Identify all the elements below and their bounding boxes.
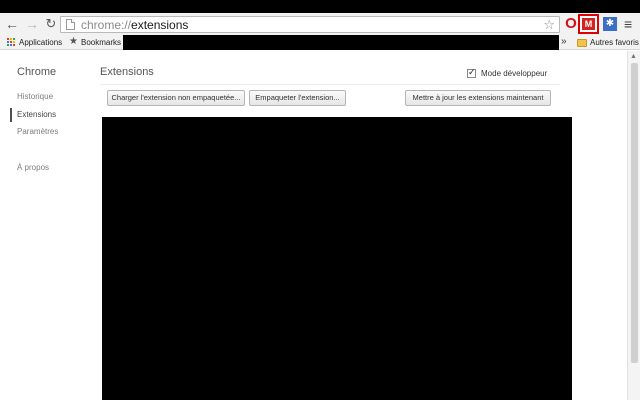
address-bar[interactable]: chrome://extensions ☆ [60, 16, 560, 33]
back-arrow-icon[interactable]: ← [4, 15, 20, 33]
hamburger-menu-icon[interactable]: ≡ [624, 16, 632, 32]
load-unpacked-button[interactable]: Charger l'extension non empaquetée... [107, 90, 245, 106]
sidebar-item-about[interactable]: À propos [17, 163, 49, 173]
folder-icon [577, 39, 587, 47]
pack-extension-button[interactable]: Empaqueter l'extension... [249, 90, 346, 106]
star-icon[interactable]: ☆ [543, 17, 555, 32]
url-path: extensions [131, 18, 189, 32]
bookmarks-redacted [123, 35, 559, 50]
update-extensions-button[interactable]: Mettre à jour les extensions maintenant [405, 90, 551, 106]
scroll-up-icon[interactable]: ▲ [630, 53, 637, 61]
sidebar-item-history[interactable]: Historique [17, 92, 53, 102]
opera-extension-icon[interactable]: O [563, 16, 579, 32]
browser-toolbar: ← → ↻ chrome://extensions ☆ O M ✱ ≡ [0, 13, 640, 35]
bookmark-applications[interactable]: Applications [19, 38, 62, 47]
developer-mode-label[interactable]: Mode développeur [481, 69, 547, 79]
scrollbar-thumb[interactable] [631, 63, 638, 363]
url-text[interactable]: chrome://extensions [81, 18, 188, 32]
red-extension-icon[interactable]: M [578, 14, 599, 34]
red-extension-glyph: M [582, 18, 595, 30]
header-divider [100, 84, 560, 85]
puzzle-extension-icon[interactable]: ✱ [603, 17, 617, 31]
bookmark-star-icon: ★ [69, 36, 78, 47]
apps-grid-icon[interactable] [7, 38, 16, 47]
settings-sidebar: Chrome Historique Extensions Paramètres … [0, 51, 94, 400]
url-scheme: chrome:// [81, 18, 132, 32]
extensions-list-redacted [102, 117, 572, 400]
page-title: Extensions [100, 66, 154, 78]
page-scrollbar[interactable]: ▲ [627, 51, 640, 400]
reload-icon[interactable]: ↻ [43, 15, 59, 33]
bookmark-bookmarks[interactable]: Bookmarks [81, 38, 121, 47]
window-top-bar-redacted [0, 0, 640, 13]
sidebar-item-extensions[interactable]: Extensions [17, 110, 56, 120]
developer-mode-checkbox[interactable] [467, 67, 476, 78]
sidebar-active-marker [10, 108, 12, 122]
sidebar-item-settings[interactable]: Paramètres [17, 127, 58, 137]
page-icon [66, 19, 75, 30]
bookmarks-bar: Applications ★ Bookmarks » Autres favori… [0, 35, 640, 50]
bookmark-other-favorites[interactable]: Autres favoris [590, 38, 639, 47]
forward-arrow-icon[interactable]: → [24, 15, 40, 33]
bookmarks-overflow-icon[interactable]: » [561, 37, 567, 47]
sidebar-title: Chrome [17, 66, 57, 78]
